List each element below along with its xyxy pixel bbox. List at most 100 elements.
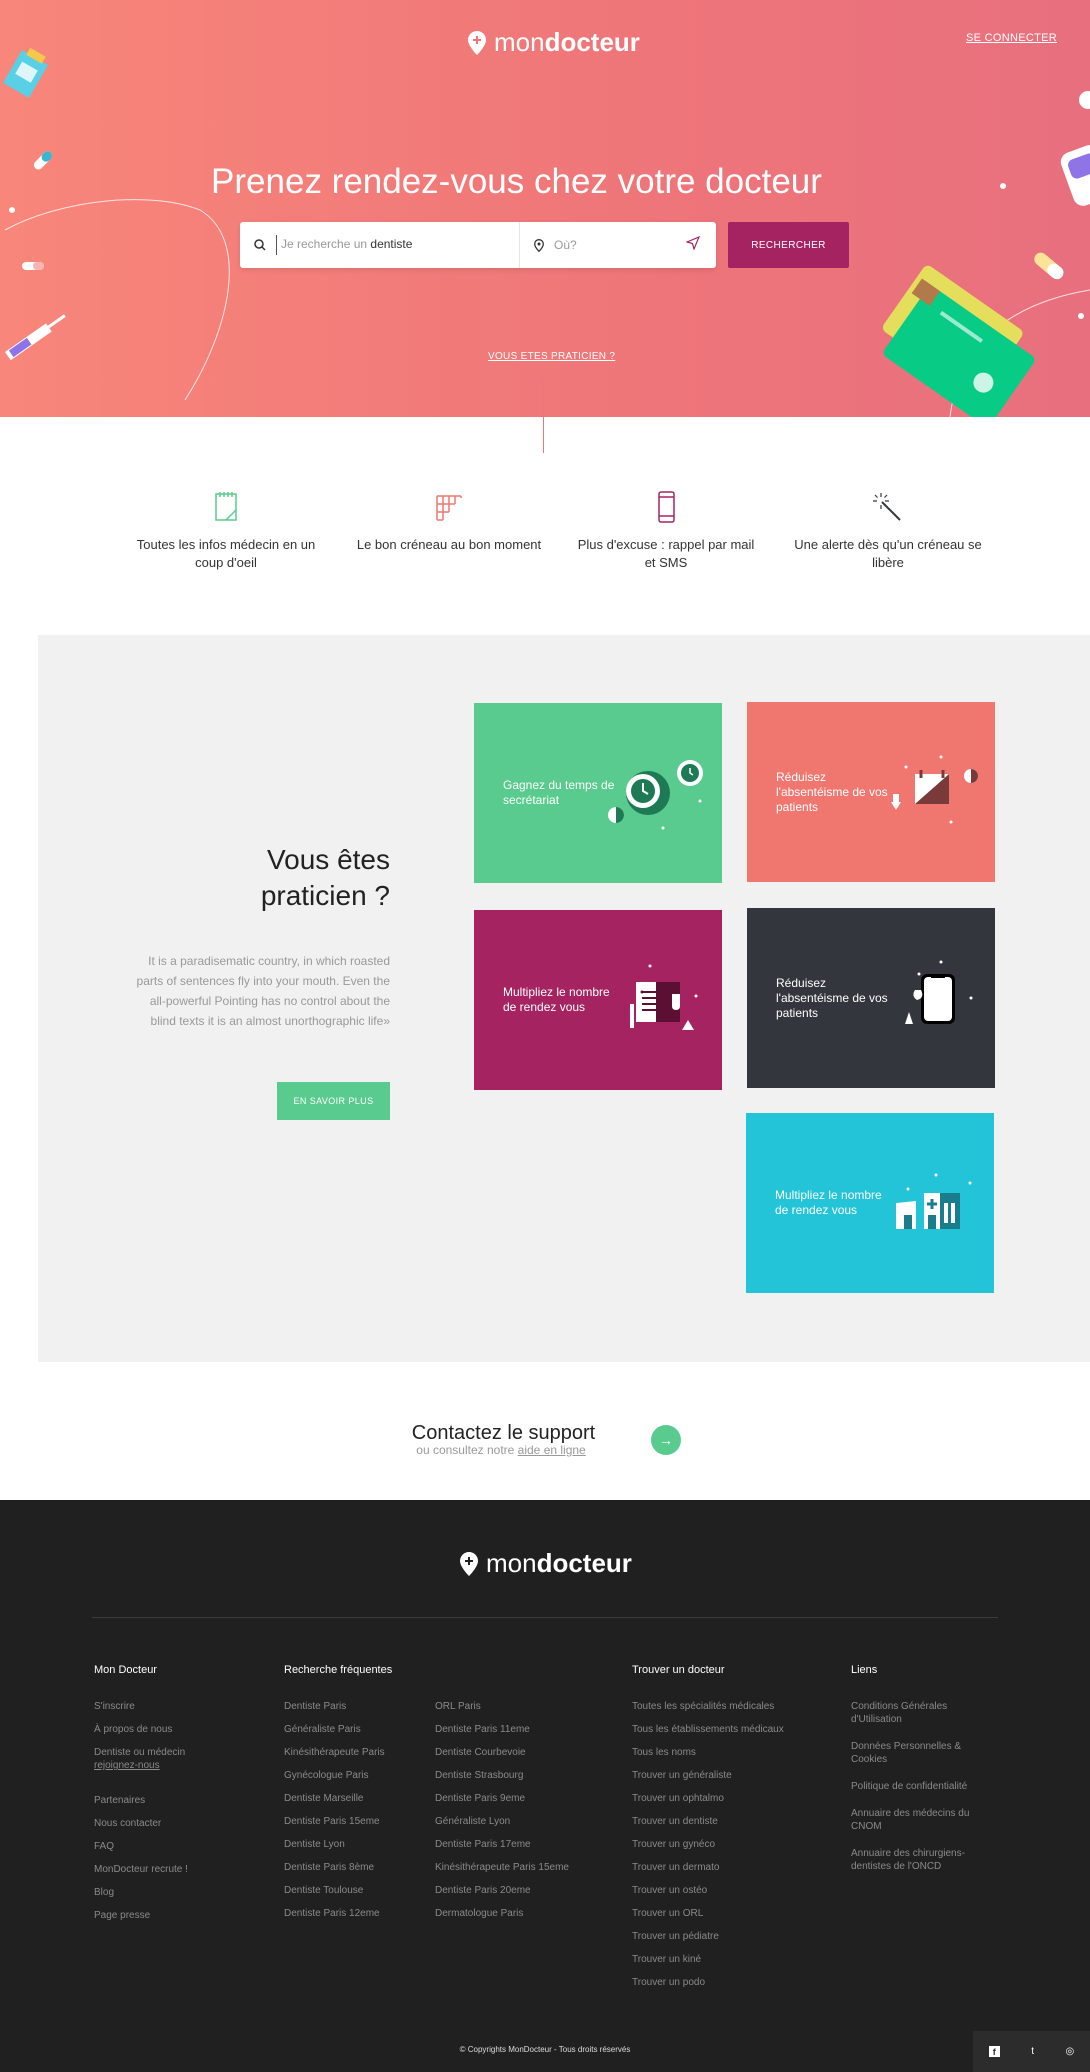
clock-icon (608, 760, 703, 830)
instagram-icon[interactable]: ◎ (1065, 2046, 1074, 2057)
footer-link[interactable]: Trouver un ophtalmo (632, 1792, 784, 1805)
divider-line (543, 378, 544, 453)
support-arrow-button[interactable]: → (651, 1425, 681, 1455)
copyright: © Copyrights MonDocteur - Tous droits ré… (459, 2045, 631, 2054)
feature-label: Le bon créneau au bon moment (356, 537, 542, 552)
footer-link[interactable]: Trouver un kiné (632, 1953, 784, 1966)
search-what-field[interactable]: Je recherche un dentiste (240, 222, 520, 268)
footer-link[interactable]: Annuaire des chirurgiens-dentistes de l'… (851, 1847, 981, 1873)
footer-link[interactable]: Tous les établissements médicaux (632, 1723, 784, 1736)
footer-divider (92, 1617, 998, 1618)
facebook-icon[interactable]: f (988, 2046, 1000, 2057)
footer-link[interactable]: Trouver un ORL (632, 1907, 784, 1920)
footer-link[interactable]: Dentiste ou médecin rejoignez-nous (94, 1746, 188, 1772)
text-cursor (276, 235, 277, 255)
pin-plus-icon (460, 1551, 478, 1576)
footer-link[interactable]: Dentiste Lyon (284, 1838, 392, 1851)
hero-banner: mondocteur SE CONNECTER Prenez rendez-vo… (0, 0, 1090, 417)
notepad-icon (215, 492, 237, 521)
footer-column-mondocteur: Mon Docteur S'inscrire À propos de nous … (94, 1664, 188, 1932)
footer-link[interactable]: Conditions Générales d'Utilisation (851, 1700, 981, 1726)
footer-link[interactable]: MonDocteur recrute ! (94, 1863, 188, 1876)
footer-link[interactable]: S'inscrire (94, 1700, 188, 1713)
capsule-icon (1034, 252, 1064, 280)
footer-link[interactable]: Trouver un dermato (632, 1861, 784, 1874)
footer-link[interactable]: Annuaire des médecins du CNOM (851, 1807, 981, 1833)
praticien-link[interactable]: VOUS ETES PRATICIEN ? (488, 351, 615, 362)
footer-link[interactable]: Trouver un pédiatre (632, 1930, 784, 1943)
card-label: Gagnez du temps de secrétariat (503, 778, 615, 807)
calendar-grid-icon (436, 495, 462, 521)
praticien-section: Vous êtes praticien ? It is a paradisemat… (38, 635, 1090, 1362)
benefit-card[interactable]: Réduisez l'absentéisme de vos patients (747, 702, 995, 882)
footer-link[interactable]: Dentiste Paris 11eme (435, 1723, 569, 1736)
footer-link[interactable]: Trouver un podo (632, 1976, 784, 1989)
feature-item: Une alerte dès qu'un créneau se libère (793, 490, 983, 572)
footer-link[interactable]: Tous les noms (632, 1746, 784, 1759)
footer-link[interactable]: ORL Paris (435, 1700, 569, 1713)
footer-link[interactable]: Données Personnelles & Cookies (851, 1740, 981, 1766)
medicine-box-icon (3, 47, 48, 98)
benefit-card[interactable]: Multipliez le nombre de rendez vous (746, 1113, 994, 1293)
geolocate-arrow-icon[interactable] (686, 236, 700, 250)
benefit-card[interactable]: Réduisez l'absentéisme de vos patients (747, 908, 995, 1088)
footer-link[interactable]: Politique de confidentialité (851, 1780, 981, 1793)
footer-link[interactable]: Dentiste Paris 8ème (284, 1861, 392, 1874)
footer-link[interactable]: Page presse (94, 1909, 188, 1922)
card-label: Réduisez l'absentéisme de vos patients (776, 975, 888, 1020)
card-label: Multipliez le nombre de rendez vous (503, 985, 610, 1014)
footer-link[interactable]: À propos de nous (94, 1723, 188, 1736)
footer-link[interactable]: Partenaires (94, 1794, 188, 1807)
footer-link[interactable]: Trouver un gynéco (632, 1838, 784, 1851)
learn-more-button[interactable]: EN SAVOIR PLUS (277, 1082, 390, 1120)
footer-link[interactable]: Dentiste Paris 9eme (435, 1792, 569, 1805)
footer-link[interactable]: Dentiste Toulouse (284, 1884, 392, 1897)
benefit-card[interactable]: Gagnez du temps de secrétariat (474, 703, 722, 883)
magic-wand-icon (873, 493, 901, 521)
search-what-prefix: Je recherche un (281, 237, 368, 252)
health-card-icon (882, 265, 1035, 417)
twitter-icon[interactable]: t (1031, 2046, 1034, 2057)
search-what-value: dentiste (370, 237, 413, 252)
search-where-placeholder: Où? (554, 238, 577, 252)
card-label: Réduisez l'absentéisme de vos patients (776, 769, 888, 814)
footer-link[interactable]: Dentiste Courbevoie (435, 1746, 569, 1759)
praticien-title: Vous êtes praticien ? (260, 844, 390, 911)
praticien-description: It is a paradisematic country, in which … (136, 954, 390, 1028)
footer-link[interactable]: Dentiste Marseille (284, 1792, 392, 1805)
search-where-field[interactable]: Où? (520, 222, 716, 268)
footer-link[interactable]: Nous contacter (94, 1817, 188, 1830)
logo-text-light: mon (494, 27, 545, 57)
feature-label: Une alerte dès qu'un créneau se libère (794, 537, 982, 570)
footer-link[interactable]: Dentiste Paris 20eme (435, 1884, 569, 1897)
feature-label: Plus d'excuse : rappel par mail et SMS (577, 537, 755, 570)
footer-link[interactable]: Kinésithérapeute Paris (284, 1746, 392, 1759)
footer-link[interactable]: Généraliste Paris (284, 1723, 392, 1736)
footer-link[interactable]: FAQ (94, 1840, 188, 1853)
footer-logo[interactable]: mondocteur (460, 1548, 632, 1579)
footer-link[interactable]: Toutes les spécialités médicales (632, 1700, 784, 1713)
hospital-icon (896, 1173, 972, 1229)
footer-link[interactable]: Kinésithérapeute Paris 15eme (435, 1861, 569, 1874)
footer-link[interactable]: Dentiste Paris 12eme (284, 1907, 392, 1920)
login-link[interactable]: SE CONNECTER (966, 32, 1057, 44)
footer-link[interactable]: Dermatologue Paris (435, 1907, 569, 1920)
benefit-card[interactable]: Multipliez le nombre de rendez vous (474, 910, 722, 1090)
footer-link[interactable]: Dentiste Paris 17eme (435, 1838, 569, 1851)
search-button[interactable]: RECHERCHER (728, 222, 849, 268)
footer-link[interactable]: Dentiste Strasbourg (435, 1769, 569, 1782)
phone-icon (905, 960, 973, 1024)
footer-link[interactable]: Trouver un ostéo (632, 1884, 784, 1897)
footer-link[interactable]: Gynécologue Paris (284, 1769, 392, 1782)
footer-column-title: Trouver un docteur (632, 1664, 725, 1676)
help-link[interactable]: aide en ligne (518, 1443, 586, 1457)
footer-link[interactable]: Trouver un dentiste (632, 1815, 784, 1828)
footer-link[interactable]: Dentiste Paris (284, 1700, 392, 1713)
logo[interactable]: mondocteur (468, 27, 640, 58)
footer-link[interactable]: Trouver un généraliste (632, 1769, 784, 1782)
logo-text-bold: docteur (544, 27, 640, 57)
footer-link[interactable]: Blog (94, 1886, 188, 1899)
footer-link[interactable]: Dentiste Paris 15eme (284, 1815, 392, 1828)
footer-link[interactable]: Généraliste Lyon (435, 1815, 569, 1828)
support-subtitle: ou consultez notre aide en ligne (416, 1443, 586, 1457)
